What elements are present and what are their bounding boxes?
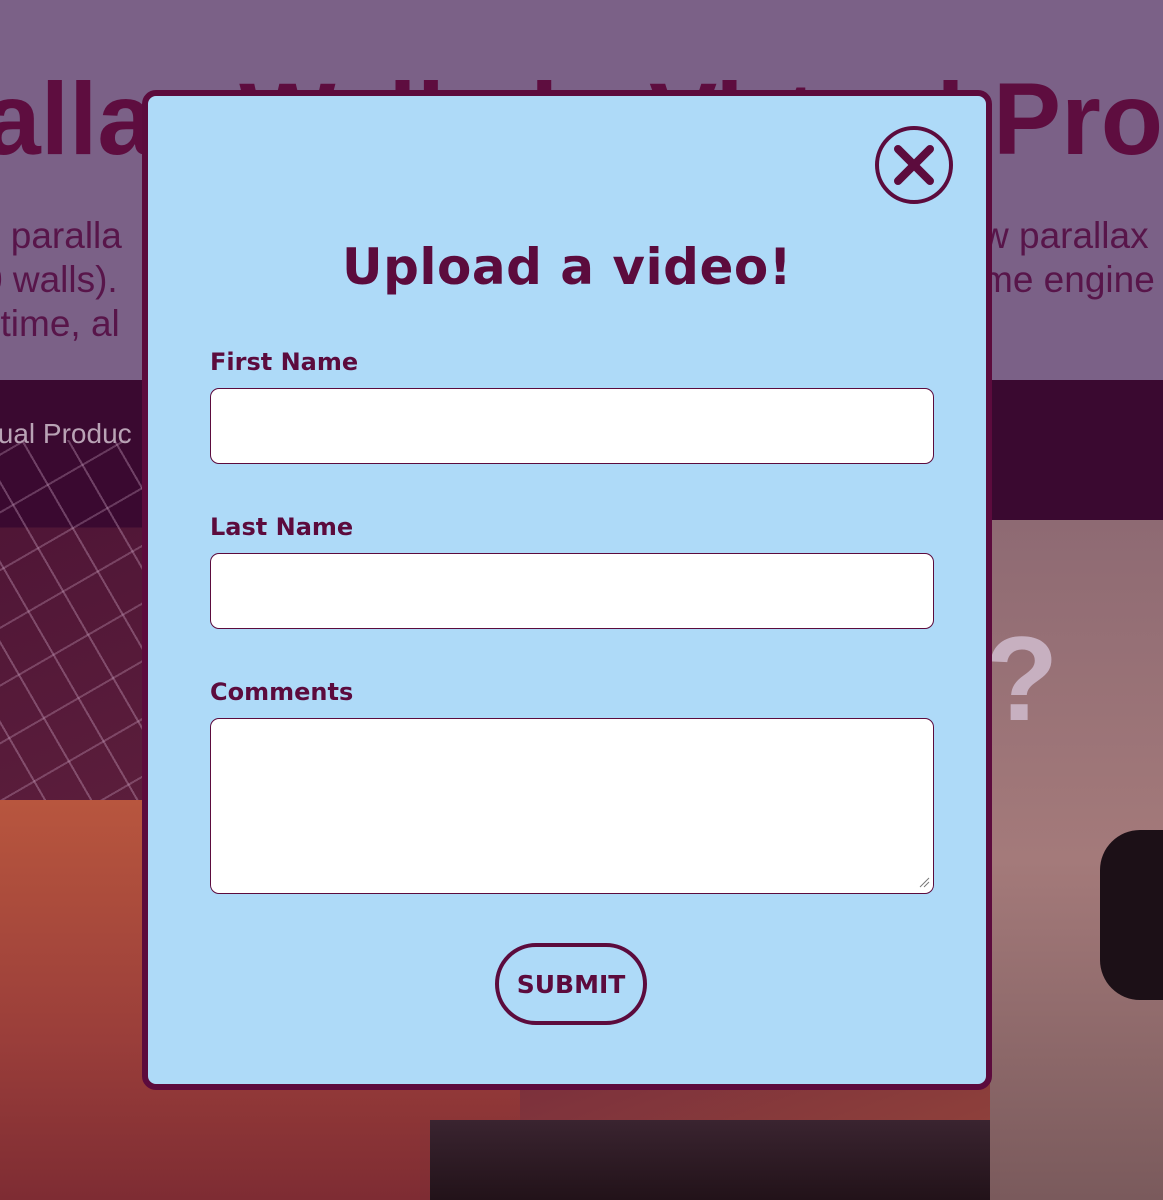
- resize-handle-icon[interactable]: [918, 876, 930, 888]
- submit-button[interactable]: SUBMIT: [495, 943, 647, 1025]
- comments-label: Comments: [210, 678, 354, 706]
- last-name-label: Last Name: [210, 513, 354, 541]
- intro-line-1-right: w parallax: [982, 215, 1149, 256]
- intro-line-2-left: 0 walls).: [0, 259, 118, 300]
- upload-video-modal: Upload a video! First Name Last Name Com…: [142, 90, 992, 1090]
- first-name-input[interactable]: [210, 388, 934, 464]
- comments-textarea[interactable]: [210, 718, 934, 894]
- first-name-label: First Name: [210, 348, 359, 376]
- intro-line-2-right: me engine: [982, 259, 1155, 300]
- intro-line-3-left: l time, al: [0, 303, 120, 344]
- thumbnail-question-mark: ?: [985, 612, 1059, 746]
- close-x-icon: [894, 145, 934, 185]
- close-button[interactable]: [875, 126, 953, 204]
- last-name-input[interactable]: [210, 553, 934, 629]
- modal-title: Upload a video!: [341, 238, 793, 296]
- thumbnail-caption: tual Produc: [0, 418, 132, 449]
- intro-line-1-left: s paralla: [0, 215, 122, 256]
- thumbnail-face-mask: [1100, 830, 1163, 1000]
- thumbnail-camera-gear: [430, 1120, 990, 1200]
